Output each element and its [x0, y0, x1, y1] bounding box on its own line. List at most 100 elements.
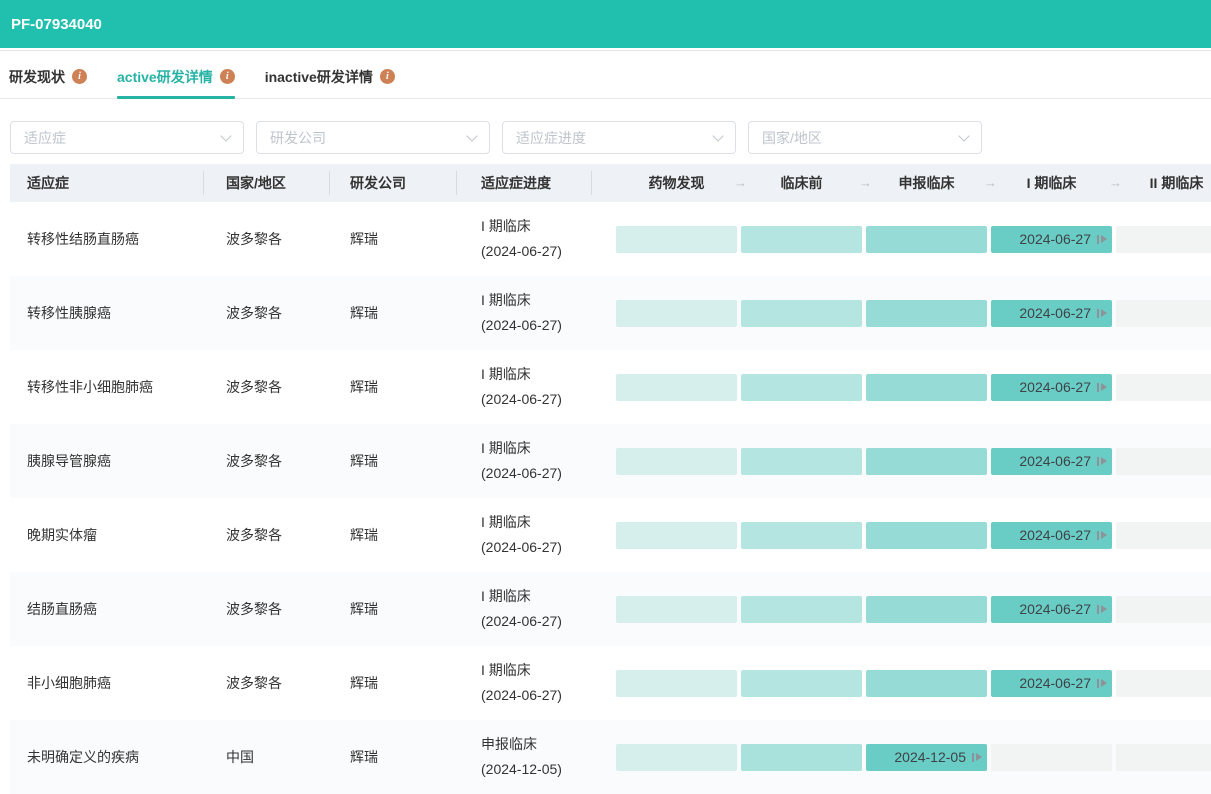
- filter-select-progress[interactable]: 适应症进度: [502, 121, 736, 154]
- expand-icon: [1097, 235, 1107, 244]
- stage-segment-1: [741, 226, 862, 253]
- cell-company: 辉瑞: [330, 303, 457, 323]
- stage-header-label: I 期临床: [1027, 175, 1077, 191]
- stage-header-3: I 期临床→: [991, 173, 1112, 193]
- stage-segment-0: [616, 596, 737, 623]
- filter-select-company[interactable]: 研发公司: [256, 121, 490, 154]
- stage-progress-bar: 2024-06-27: [592, 374, 1211, 401]
- stage-date-chip[interactable]: 2024-06-27: [991, 596, 1112, 623]
- cell-indication: 晚期实体瘤: [10, 525, 204, 545]
- cell-region: 波多黎各: [204, 673, 330, 693]
- tab-bar: 研发现状 i active研发详情 i inactive研发详情 i: [0, 51, 1211, 99]
- table-row: 转移性结肠直肠癌 波多黎各 辉瑞 I 期临床 (2024-06-27) 2024…: [10, 202, 1211, 276]
- filter-select-region[interactable]: 国家/地区: [748, 121, 982, 154]
- table-row: 胰腺导管腺癌 波多黎各 辉瑞 I 期临床 (2024-06-27) 2024-0…: [10, 424, 1211, 498]
- stage-segment-4: [1116, 300, 1211, 327]
- stage-segment-3: [991, 744, 1112, 771]
- stage-header-label: 申报临床: [899, 175, 955, 191]
- progress-stage-text: I 期临床: [481, 584, 592, 609]
- cell-progress: 申报临床 (2024-12-05): [457, 732, 592, 782]
- tab-active[interactable]: active研发详情 i: [117, 55, 235, 98]
- cell-indication: 转移性结肠直肠癌: [10, 229, 204, 249]
- select-placeholder: 国家/地区: [762, 128, 822, 148]
- stage-date-chip[interactable]: 2024-06-27: [991, 670, 1112, 697]
- expand-icon: [1097, 679, 1107, 688]
- stage-segment-1: [741, 522, 862, 549]
- progress-stage-text: I 期临床: [481, 436, 592, 461]
- progress-date-text: (2024-06-27): [481, 313, 592, 338]
- stage-date-chip[interactable]: 2024-06-27: [991, 226, 1112, 253]
- stage-segment-0: [616, 744, 737, 771]
- table-row: 转移性胰腺癌 波多黎各 辉瑞 I 期临床 (2024-06-27) 2024-0…: [10, 276, 1211, 350]
- column-header-label: 适应症: [27, 173, 69, 193]
- page-title: PF-07934040: [11, 16, 102, 33]
- stage-date-chip[interactable]: 2024-06-27: [991, 522, 1112, 549]
- tab-label: active研发详情: [117, 67, 213, 87]
- select-placeholder: 适应症: [24, 128, 66, 148]
- info-icon[interactable]: i: [220, 69, 235, 84]
- stage-date-label: 2024-06-27: [1019, 231, 1091, 247]
- column-header-1: 国家/地区: [204, 164, 330, 202]
- cell-indication: 非小细胞肺癌: [10, 673, 204, 693]
- stage-date-chip[interactable]: 2024-06-27: [991, 374, 1112, 401]
- stage-date-label: 2024-06-27: [1019, 527, 1091, 543]
- pipeline-table: 适应症国家/地区研发公司适应症进度药物发现→临床前→申报临床→I 期临床→II …: [10, 164, 1211, 794]
- stage-segment-4: [1116, 522, 1211, 549]
- chevron-down-icon: [958, 130, 969, 141]
- stage-date-label: 2024-06-27: [1019, 305, 1091, 321]
- info-icon[interactable]: i: [72, 69, 87, 84]
- stage-segment-4: [1116, 670, 1211, 697]
- info-icon[interactable]: i: [380, 69, 395, 84]
- expand-icon: [1097, 531, 1107, 540]
- cell-company: 辉瑞: [330, 451, 457, 471]
- cell-progress: I 期临床 (2024-06-27): [457, 510, 592, 560]
- stage-segment-1: [741, 744, 862, 771]
- stage-header-label: II 期临床: [1150, 175, 1204, 191]
- cell-company: 辉瑞: [330, 747, 457, 767]
- stage-segment-2: [866, 596, 987, 623]
- column-header-label: 研发公司: [350, 173, 406, 193]
- stage-date-label: 2024-06-27: [1019, 453, 1091, 469]
- stage-date-chip[interactable]: 2024-06-27: [991, 448, 1112, 475]
- stage-segment-0: [616, 226, 737, 253]
- filter-bar: 适应症 研发公司 适应症进度 国家/地区: [0, 99, 1211, 154]
- cell-indication: 结肠直肠癌: [10, 599, 204, 619]
- stage-header-label: 临床前: [781, 175, 823, 191]
- stage-segment-4: [1116, 596, 1211, 623]
- stage-date-label: 2024-06-27: [1019, 675, 1091, 691]
- cell-company: 辉瑞: [330, 525, 457, 545]
- cell-indication: 转移性非小细胞肺癌: [10, 377, 204, 397]
- stage-progress-bar: 2024-06-27: [592, 300, 1211, 327]
- stage-date-chip[interactable]: 2024-12-05: [866, 744, 987, 771]
- stage-segment-0: [616, 448, 737, 475]
- progress-date-text: (2024-06-27): [481, 609, 592, 634]
- tab-inactive[interactable]: inactive研发详情 i: [265, 55, 395, 98]
- chevron-down-icon: [712, 130, 723, 141]
- stage-segment-2: [866, 300, 987, 327]
- stage-header-group: 药物发现→临床前→申报临床→I 期临床→II 期临床: [592, 164, 1211, 202]
- cell-progress: I 期临床 (2024-06-27): [457, 658, 592, 708]
- stage-segment-2: [866, 522, 987, 549]
- expand-icon: [972, 753, 982, 762]
- tab-status[interactable]: 研发现状 i: [9, 55, 87, 98]
- table-row: 转移性非小细胞肺癌 波多黎各 辉瑞 I 期临床 (2024-06-27) 202…: [10, 350, 1211, 424]
- stage-segment-4: [1116, 448, 1211, 475]
- column-divider: [591, 171, 592, 195]
- progress-stage-text: I 期临床: [481, 510, 592, 535]
- stage-progress-bar: 2024-12-05: [592, 744, 1211, 771]
- cell-progress: I 期临床 (2024-06-27): [457, 214, 592, 264]
- stage-header-0: 药物发现→: [616, 173, 737, 193]
- stage-segment-1: [741, 596, 862, 623]
- stage-date-label: 2024-06-27: [1019, 379, 1091, 395]
- filter-select-indication[interactable]: 适应症: [10, 121, 244, 154]
- stage-progress-bar: 2024-06-27: [592, 448, 1211, 475]
- progress-stage-text: 申报临床: [481, 732, 592, 757]
- stage-date-chip[interactable]: 2024-06-27: [991, 300, 1112, 327]
- cell-company: 辉瑞: [330, 229, 457, 249]
- progress-stage-text: I 期临床: [481, 214, 592, 239]
- column-header-3: 适应症进度: [457, 164, 592, 202]
- cell-progress: I 期临床 (2024-06-27): [457, 436, 592, 486]
- stage-segment-2: [866, 448, 987, 475]
- cell-company: 辉瑞: [330, 599, 457, 619]
- cell-region: 波多黎各: [204, 377, 330, 397]
